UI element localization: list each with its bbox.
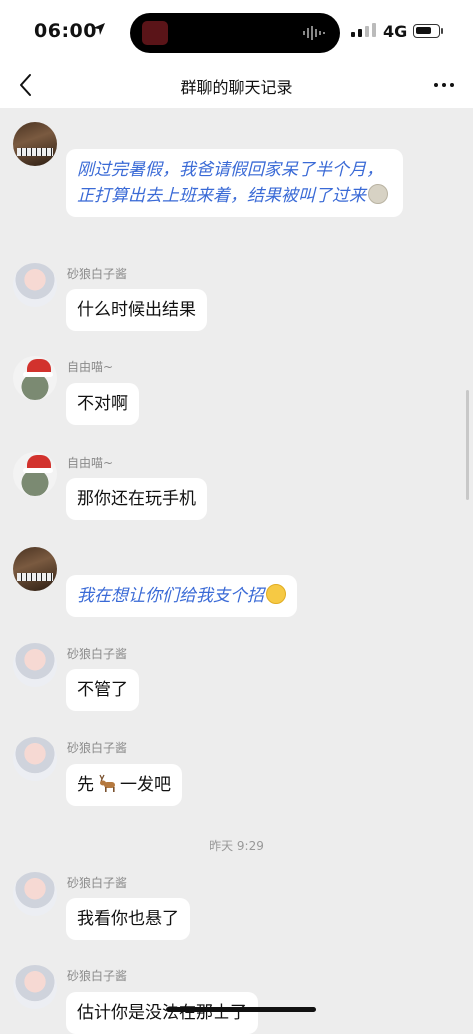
message-bubble[interactable]: 刚过完暑假，我爸请假回家呆了半个月，正打算出去上班来着，结果被叫了过来 [66, 149, 403, 217]
more-options-icon[interactable] [429, 70, 459, 100]
status-time: 06:00 [34, 20, 97, 42]
sender-name: 砂狼白子酱 [67, 267, 128, 281]
message-text: 先 [77, 775, 94, 795]
sender-name: 砂狼白子酱 [67, 741, 128, 755]
sender-name: 自由喵~ [67, 456, 114, 470]
message-bubble[interactable]: 先 一发吧 [66, 764, 182, 806]
message-text: 我在想让你们给我支个招 [77, 586, 264, 606]
message-text: 估计你是没法在那士了 [77, 1003, 247, 1023]
scrollbar[interactable] [466, 390, 469, 500]
message-bubble[interactable]: 什么时候出结果 [66, 289, 207, 331]
avatar[interactable] [13, 643, 57, 687]
battery-icon [413, 24, 440, 38]
home-indicator[interactable] [166, 1007, 316, 1012]
avatar[interactable] [13, 122, 57, 166]
sender-name: 砂狼白子酱 [67, 647, 128, 661]
network-type: 4G [383, 22, 408, 41]
message-text: 那你还在玩手机 [77, 489, 196, 509]
avatar[interactable] [13, 872, 57, 916]
page-title: 群聊的聊天记录 [180, 78, 293, 97]
message-text: 什么时候出结果 [77, 300, 196, 320]
message-bubble[interactable]: 我看你也悬了 [66, 898, 190, 940]
message-text: 我看你也悬了 [77, 909, 179, 929]
location-arrow-icon [93, 23, 105, 35]
message-text: 刚过完暑假，我爸请假回家呆了半个月，正打算出去上班来着，结果被叫了过来 [77, 160, 383, 206]
avatar[interactable] [13, 263, 57, 307]
time-divider: 昨天 9:29 [209, 839, 264, 853]
audio-wave-icon [303, 26, 325, 40]
sender-name: 砂狼白子酱 [67, 969, 128, 983]
nav-bar: 群聊的聊天记录 [0, 62, 473, 108]
sender-name: 自由喵~ [67, 360, 114, 374]
status-bar: 06:00 4G [0, 0, 473, 62]
deer-emoji-icon [99, 774, 115, 792]
emoji-icon [266, 584, 286, 604]
message-text: 不管了 [77, 680, 128, 700]
avatar[interactable] [13, 965, 57, 1009]
battery-tip [441, 28, 443, 34]
back-icon[interactable] [12, 70, 42, 100]
chat-history[interactable]: 刚过完暑假，我爸请假回家呆了半个月，正打算出去上班来着，结果被叫了过来 砂狼白子… [0, 108, 473, 1034]
sender-name: 砂狼白子酱 [67, 876, 128, 890]
avatar[interactable] [13, 737, 57, 781]
avatar[interactable] [13, 356, 57, 400]
message-bubble[interactable]: 估计你是没法在那士了 [66, 992, 258, 1034]
message-bubble[interactable]: 不对啊 [66, 383, 139, 425]
avatar[interactable] [13, 547, 57, 591]
message-bubble[interactable]: 不管了 [66, 669, 139, 711]
dynamic-island [130, 13, 340, 53]
message-text: 不对啊 [77, 394, 128, 414]
message-text: 一发吧 [120, 775, 171, 795]
message-bubble[interactable]: 那你还在玩手机 [66, 478, 207, 520]
avatar[interactable] [13, 452, 57, 496]
cellular-signal-icon [351, 23, 376, 37]
emoji-icon [368, 184, 388, 204]
message-bubble[interactable]: 我在想让你们给我支个招 [66, 575, 297, 617]
now-playing-artwork [142, 21, 168, 45]
